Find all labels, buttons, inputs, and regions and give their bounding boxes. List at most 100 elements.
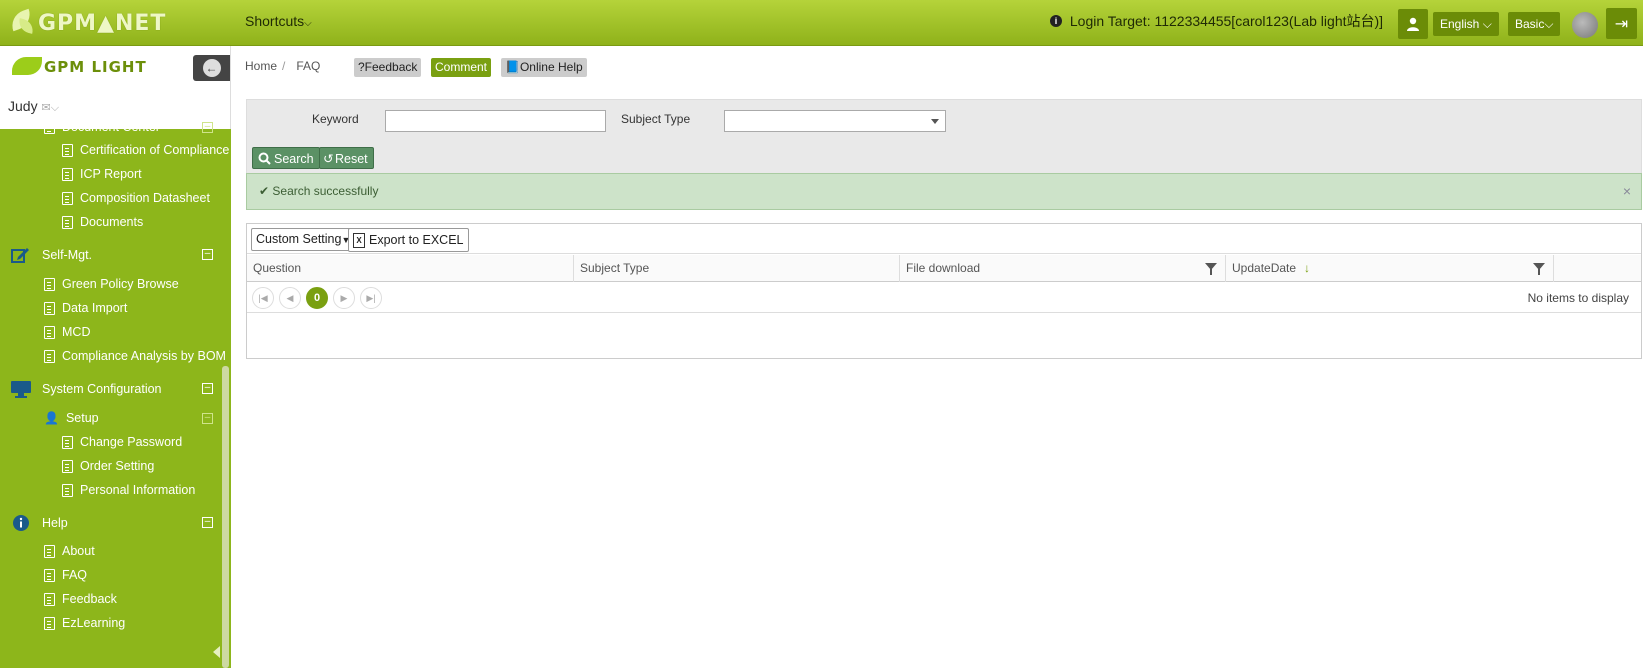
column-header-question[interactable]: Question	[247, 255, 574, 282]
sidebar-item-change-password[interactable]: Change Password	[62, 435, 182, 449]
column-header-updatedate[interactable]: UpdateDate ↓	[1226, 255, 1554, 282]
user-icon	[1407, 17, 1419, 31]
collapse-toggle[interactable]: –	[202, 383, 213, 394]
sidebar-section-system-configuration[interactable]: System Configuration	[10, 380, 162, 398]
logo-text: GPM▲NET	[38, 10, 167, 36]
column-header-subject-type[interactable]: Subject Type	[574, 255, 900, 282]
check-icon: ✔	[259, 184, 270, 198]
column-label: Question	[253, 261, 302, 275]
globe-icon[interactable]	[1572, 12, 1598, 38]
current-page[interactable]: 0	[306, 287, 328, 309]
sidebar-item-label: Feedback	[62, 592, 117, 606]
sidebar-item-label: Green Policy Browse	[62, 277, 179, 291]
collapse-toggle[interactable]: –	[202, 517, 213, 528]
sidebar-item-setup[interactable]: 👤 Setup	[44, 411, 99, 425]
custom-setting-dropdown[interactable]: Custom Setting▼	[251, 228, 356, 251]
sidebar-item-data-import[interactable]: Data Import	[44, 301, 127, 315]
caret-down-icon	[931, 119, 939, 124]
chevron-down-icon: ⌵	[304, 18, 312, 29]
user-profile-button[interactable]	[1398, 9, 1428, 39]
sidebar-user[interactable]: Judy ✉⌵	[8, 98, 59, 115]
book-icon: 📘	[505, 60, 520, 74]
sidebar-item-documents[interactable]: Documents	[62, 215, 143, 229]
sidebar: GPM LIGHT ← Judy ✉⌵ Document Center – Ce…	[0, 46, 231, 668]
brand-text: GPM LIGHT	[44, 58, 147, 76]
sidebar-scrollbar[interactable]	[222, 366, 229, 668]
sidebar-item-icp-report[interactable]: ICP Report	[62, 167, 142, 181]
reset-button[interactable]: ↺ Reset	[319, 147, 374, 169]
sidebar-header: GPM LIGHT ← Judy ✉⌵	[0, 46, 231, 129]
gpmnet-logo[interactable]: GPM▲NET	[8, 8, 208, 38]
breadcrumb-current: FAQ	[296, 59, 321, 73]
sidebar-item-feedback[interactable]: Feedback	[44, 592, 117, 606]
search-icon	[258, 152, 271, 165]
comment-button[interactable]: Comment	[431, 58, 492, 77]
collapse-toggle[interactable]: –	[202, 249, 213, 260]
mode-dropdown[interactable]: Basic⌵	[1508, 12, 1561, 36]
filter-icon[interactable]	[1205, 263, 1217, 275]
sidebar-item-about[interactable]: About	[44, 544, 95, 558]
last-page-icon[interactable]: ▶|	[360, 287, 382, 309]
grid-pager: |◀ ◀ 0 ▶ ▶| No items to display	[247, 283, 1641, 313]
column-header-file-download[interactable]: File download	[900, 255, 1226, 282]
monitor-icon	[10, 380, 32, 398]
sidebar-item-personal-information[interactable]: Personal Information	[62, 483, 195, 497]
info-icon: i	[1050, 15, 1062, 27]
export-excel-button[interactable]: X Export to EXCEL	[348, 228, 469, 252]
close-icon[interactable]: ×	[1623, 174, 1631, 208]
subject-type-label: Subject Type	[621, 112, 691, 126]
online-help-button[interactable]: 📘Online Help	[501, 58, 587, 77]
collapse-toggle[interactable]: –	[202, 122, 213, 133]
document-icon	[62, 215, 73, 229]
sidebar-section-help[interactable]: Help	[10, 514, 68, 532]
filter-icon[interactable]	[1533, 263, 1545, 275]
sidebar-item-composition-datasheet[interactable]: Composition Datasheet	[62, 191, 210, 205]
breadcrumb-home[interactable]: Home	[245, 59, 277, 73]
document-icon	[44, 277, 55, 291]
sidebar-item-green-policy-browse[interactable]: Green Policy Browse	[44, 277, 179, 291]
shortcuts-menu[interactable]: Shortcuts⌵	[245, 13, 312, 29]
next-page-icon[interactable]: ▶	[333, 287, 355, 309]
gpm-light-logo[interactable]: GPM LIGHT	[12, 54, 167, 84]
chevron-down-icon: ⌵	[50, 102, 60, 114]
previous-page-icon[interactable]: ◀	[279, 287, 301, 309]
undo-icon: ↺	[323, 152, 334, 166]
document-icon	[62, 483, 73, 497]
sidebar-item-compliance-analysis-by-bom[interactable]: Compliance Analysis by BOM	[44, 349, 226, 363]
scroll-left-arrow-icon[interactable]	[213, 646, 220, 658]
sidebar-item-ezlearning[interactable]: EzLearning	[44, 616, 125, 630]
collapse-toggle[interactable]: –	[202, 413, 213, 424]
sidebar-item-mcd[interactable]: MCD	[44, 325, 90, 339]
sidebar-section-self-mgt[interactable]: Self-Mgt.	[10, 246, 92, 264]
keyword-input[interactable]	[385, 110, 606, 132]
custom-setting-label: Custom Setting	[256, 232, 342, 246]
subject-type-select[interactable]	[724, 110, 946, 132]
sidebar-item-certification-of-compliance[interactable]: Certification of Compliance	[62, 143, 229, 157]
document-icon	[44, 616, 55, 630]
chevron-down-icon: ⌵	[1479, 17, 1492, 31]
document-icon	[44, 568, 55, 582]
language-label: English	[1440, 17, 1480, 31]
sidebar-item-document-center[interactable]: Document Center	[44, 120, 160, 134]
search-button[interactable]: Search	[252, 147, 320, 169]
alert-text: Search successfully	[272, 184, 379, 198]
sidebar-item-label: ICP Report	[80, 167, 142, 181]
first-page-icon[interactable]: |◀	[252, 287, 274, 309]
info-circle-icon	[10, 514, 32, 532]
reset-button-label: Reset	[335, 152, 368, 166]
grid-toolbar: Custom Setting▼ X Export to EXCEL	[247, 224, 1641, 254]
logout-button[interactable]: ⇥	[1606, 8, 1637, 39]
sidebar-item-order-setting[interactable]: Order Setting	[62, 459, 154, 473]
sidebar-section-label: Self-Mgt.	[42, 248, 93, 262]
sidebar-item-label: Setup	[65, 411, 99, 425]
sort-descending-icon: ↓	[1304, 261, 1311, 275]
language-dropdown[interactable]: English ⌵	[1433, 12, 1499, 36]
sidebar-item-faq[interactable]: FAQ	[44, 568, 87, 582]
collapse-sidebar-button[interactable]: ←	[193, 55, 230, 81]
top-bar: GPM▲NET Shortcuts⌵ i Login Target: 11223…	[0, 0, 1643, 46]
login-target-value: 1122334455[carol123(Lab light站台)]	[1154, 13, 1384, 29]
search-panel: Keyword Subject Type Search ↺ Reset	[246, 99, 1642, 173]
column-label: File download	[906, 261, 981, 275]
document-icon	[44, 349, 55, 363]
feedback-button[interactable]: ?Feedback	[354, 58, 422, 77]
